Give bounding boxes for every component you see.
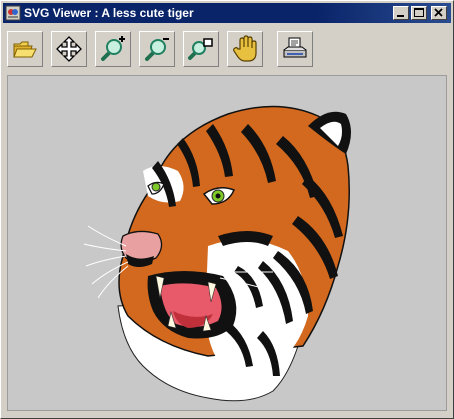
open-button[interactable] xyxy=(7,31,43,67)
print-button[interactable] xyxy=(277,31,313,67)
app-icon xyxy=(5,5,21,21)
close-button[interactable] xyxy=(431,6,447,20)
pan-button[interactable] xyxy=(51,31,87,67)
maximize-icon xyxy=(414,8,424,17)
zoom-fit-icon xyxy=(188,38,213,60)
zoom-out-icon xyxy=(145,38,169,61)
zoom-in-icon xyxy=(101,36,125,61)
zoom-out-button[interactable] xyxy=(139,31,175,67)
move-arrows-icon xyxy=(56,36,82,62)
svg-canvas[interactable] xyxy=(7,75,447,411)
hand-icon xyxy=(233,35,257,62)
maximize-button[interactable] xyxy=(411,6,427,20)
tiger-image xyxy=(83,105,351,402)
window-title: SVG Viewer : A less cute tiger xyxy=(24,6,194,20)
zoom-in-button[interactable] xyxy=(95,31,131,67)
minimize-button[interactable] xyxy=(393,6,409,20)
printer-icon xyxy=(283,37,307,58)
close-icon xyxy=(434,8,443,17)
zoom-fit-button[interactable] xyxy=(183,31,219,67)
toolbar xyxy=(7,27,447,71)
app-window: SVG Viewer : A less cute tiger xyxy=(0,0,454,419)
title-bar[interactable]: SVG Viewer : A less cute tiger xyxy=(3,3,451,23)
minimize-icon xyxy=(397,15,404,17)
folder-open-icon xyxy=(13,41,37,58)
grab-button[interactable] xyxy=(227,31,263,67)
